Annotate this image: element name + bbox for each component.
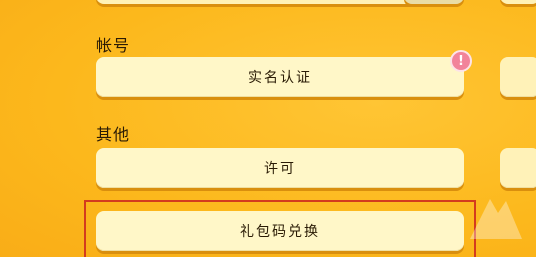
account-side-button-partial[interactable] (500, 57, 536, 97)
watermark-icon (470, 199, 522, 239)
license-button[interactable]: 许可 (96, 148, 464, 188)
section-label-account: 帐号 (96, 36, 131, 55)
exclamation-icon: ! (450, 50, 472, 72)
top-field-side-partial[interactable] (404, 0, 464, 4)
other-side-button-partial[interactable] (500, 148, 536, 188)
gift-code-redeem-button[interactable]: 礼包码兑换 (96, 211, 464, 251)
section-label-other: 其他 (96, 125, 131, 144)
real-name-verification-button[interactable]: 实名认证 (96, 57, 464, 97)
top-side-partial[interactable] (500, 0, 536, 4)
